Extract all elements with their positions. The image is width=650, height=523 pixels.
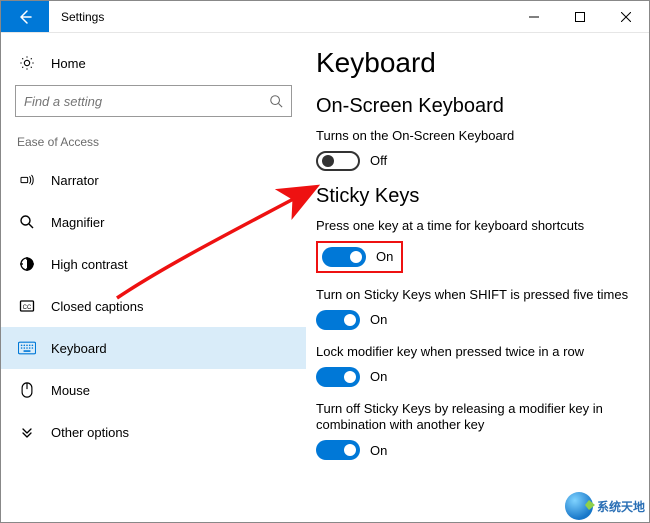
sidebar-nav: Narrator Magnifier High contrast [1,159,306,453]
sidebar-item-label: Other options [51,425,129,440]
toggle-state-label: Off [370,153,387,168]
setting-desc: Turn off Sticky Keys by releasing a modi… [316,401,631,435]
window-title: Settings [49,1,116,32]
annotation-highlight: On [316,241,403,273]
setting-sticky-shift: Turn on Sticky Keys when SHIFT is presse… [316,287,631,330]
back-arrow-icon [17,9,33,25]
keyboard-icon [17,340,37,356]
toggle-state-label: On [370,369,387,384]
svg-text:CC: CC [23,305,32,311]
toggle-sticky-release[interactable] [316,440,360,460]
settings-window: Settings Home [0,0,650,523]
sidebar-group-label: Ease of Access [1,135,306,159]
sidebar-item-label: Magnifier [51,215,104,230]
setting-sticky-release: Turn off Sticky Keys by releasing a modi… [316,401,631,461]
window-controls [511,1,649,32]
maximize-button[interactable] [557,1,603,32]
watermark: 系统天地 [565,492,645,520]
page-title: Keyboard [316,47,631,79]
toggle-sticky-shift[interactable] [316,310,360,330]
setting-desc: Turn on Sticky Keys when SHIFT is presse… [316,287,631,304]
toggle-state-label: On [370,443,387,458]
sidebar-item-label: Keyboard [51,341,107,356]
narrator-icon [17,172,37,188]
sidebar: Home Ease of Access Narrator [1,33,306,522]
main-content: Keyboard On-Screen Keyboard Turns on the… [306,33,649,522]
back-button[interactable] [1,1,49,32]
sidebar-item-keyboard[interactable]: Keyboard [1,327,306,369]
titlebar: Settings [1,1,649,33]
setting-desc: Lock modifier key when pressed twice in … [316,344,631,361]
setting-osk: Turns on the On-Screen Keyboard Off [316,128,631,171]
toggle-sticky-keys[interactable] [322,247,366,267]
magnifier-icon [17,214,37,230]
sidebar-item-magnifier[interactable]: Magnifier [1,201,306,243]
sidebar-item-mouse[interactable]: Mouse [1,369,306,411]
close-button[interactable] [603,1,649,32]
sidebar-item-closed-captions[interactable]: CC Closed captions [1,285,306,327]
home-link[interactable]: Home [1,49,306,85]
globe-icon [565,492,593,520]
cc-icon: CC [17,298,37,314]
sidebar-item-label: High contrast [51,257,128,272]
minimize-icon [529,12,539,22]
toggle-state-label: On [370,312,387,327]
other-options-icon [17,424,37,440]
section-sticky-heading: Sticky Keys [316,185,631,208]
setting-sticky-lock: Lock modifier key when pressed twice in … [316,344,631,387]
search-input[interactable] [24,94,269,109]
mouse-icon [17,382,37,398]
toggle-sticky-lock[interactable] [316,367,360,387]
section-osk-heading: On-Screen Keyboard [316,95,631,118]
search-icon [269,94,283,108]
gear-icon [17,55,37,71]
contrast-icon [17,256,37,272]
sidebar-item-label: Mouse [51,383,90,398]
sidebar-item-label: Closed captions [51,299,144,314]
sidebar-item-other-options[interactable]: Other options [1,411,306,453]
toggle-state-label: On [376,249,393,264]
home-label: Home [51,56,86,71]
maximize-icon [575,12,585,22]
setting-sticky-main: Press one key at a time for keyboard sho… [316,218,631,273]
sidebar-item-label: Narrator [51,173,99,188]
search-box[interactable] [15,85,292,117]
sidebar-item-narrator[interactable]: Narrator [1,159,306,201]
minimize-button[interactable] [511,1,557,32]
setting-desc: Turns on the On-Screen Keyboard [316,128,631,145]
toggle-osk[interactable] [316,151,360,171]
close-icon [621,12,631,22]
watermark-text: 系统天地 [597,498,645,515]
sidebar-item-high-contrast[interactable]: High contrast [1,243,306,285]
setting-desc: Press one key at a time for keyboard sho… [316,218,631,235]
